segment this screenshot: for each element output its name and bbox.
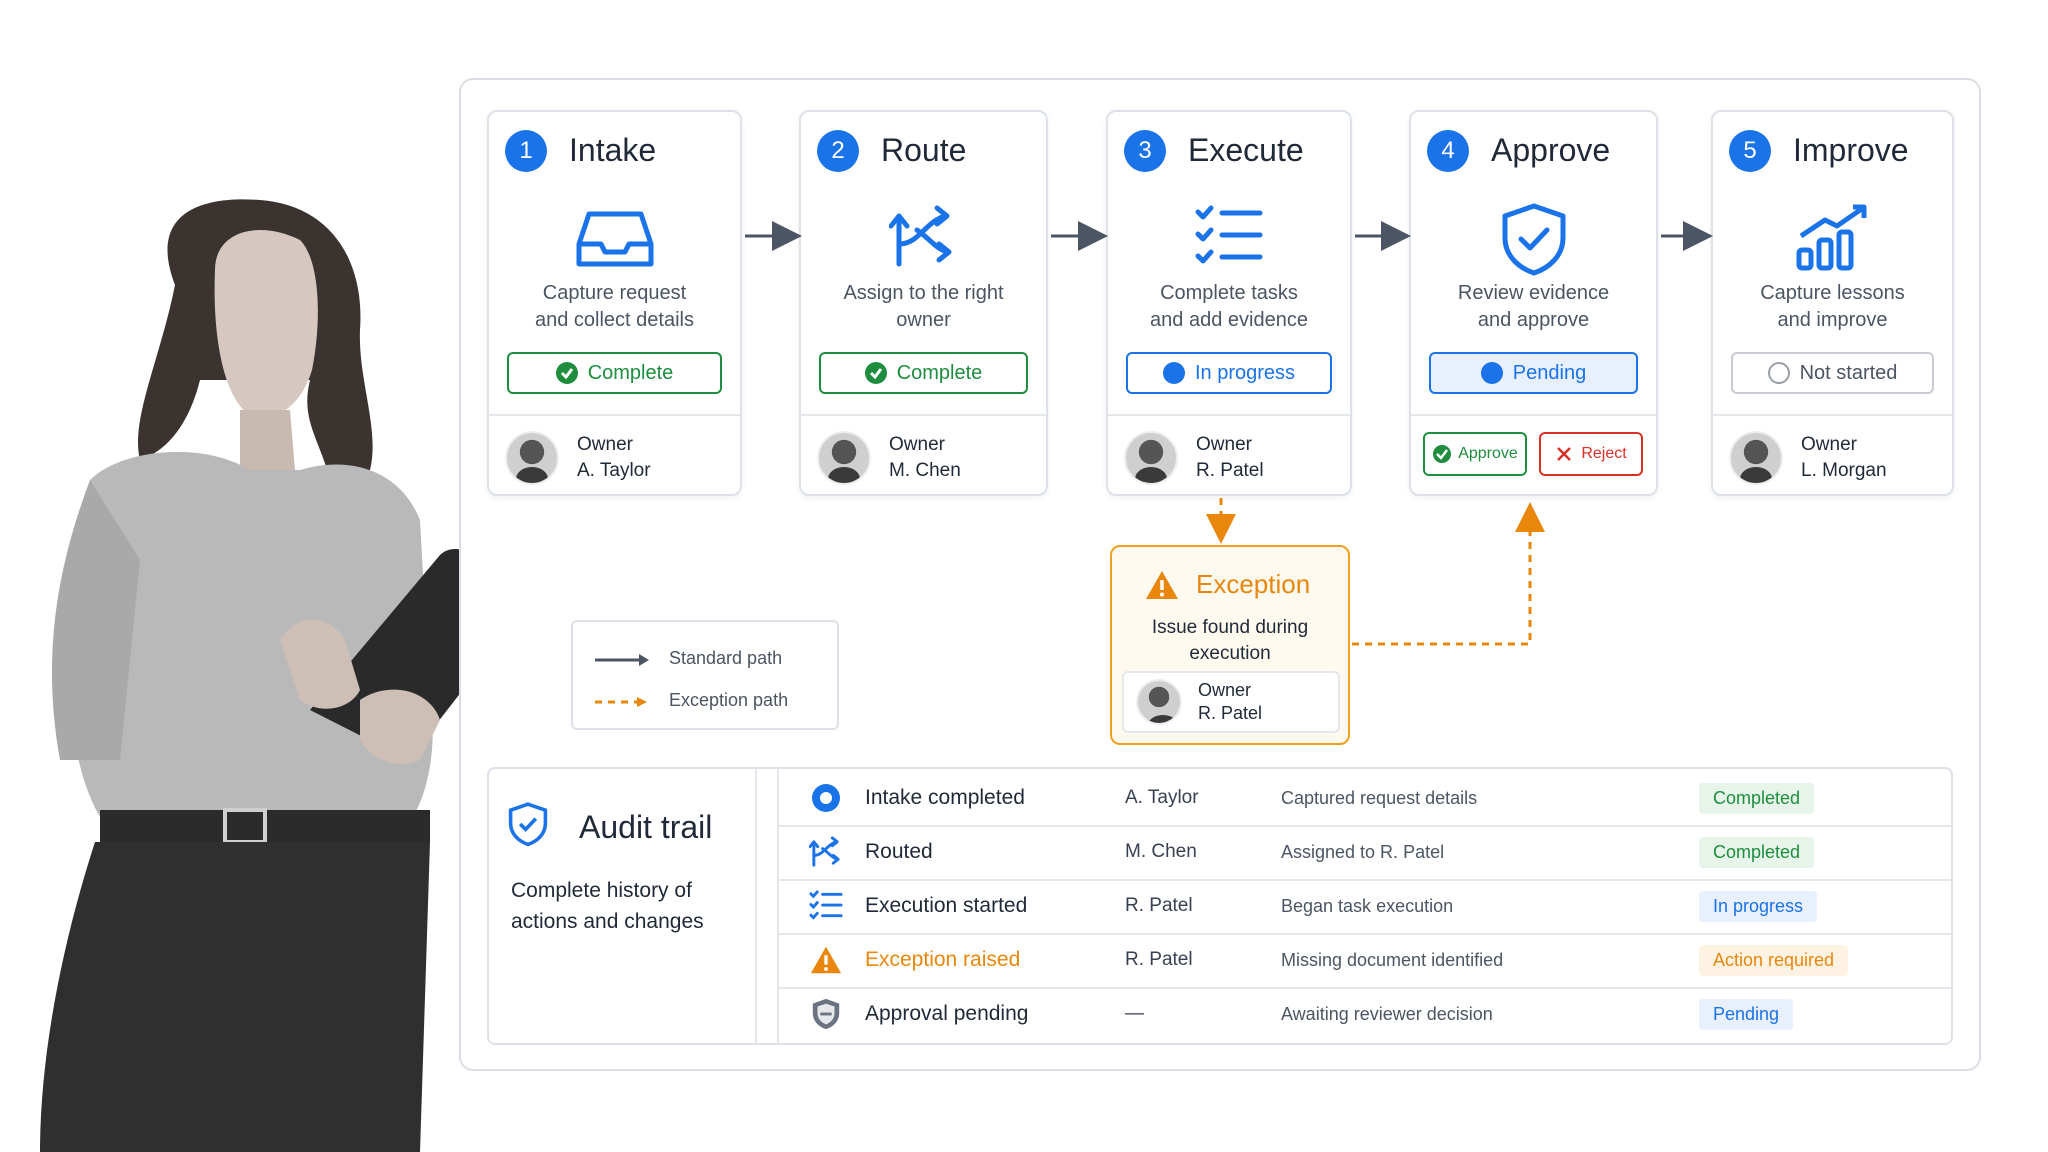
event-label: Approval pending <box>865 1002 1029 1025</box>
audit-desc-line1: Complete history of <box>511 879 692 902</box>
status-badge: Completed <box>1699 836 1815 868</box>
record-dot-icon <box>812 784 840 812</box>
owner-block: Owner R. Patel <box>1122 671 1340 733</box>
event-label: Exception raised <box>865 948 1021 971</box>
exception-path-swatch <box>595 697 647 707</box>
owner-label: Owner <box>1198 680 1252 700</box>
table-row: Routed M. Chen Assigned to R. Patel Comp… <box>779 825 1951 881</box>
status-badge: Pending <box>1699 998 1794 1030</box>
audit-title: Audit trail <box>579 809 713 845</box>
event-detail: Captured request details <box>1281 787 1478 808</box>
exception-desc-line2: execution <box>1189 643 1271 664</box>
exception-desc-line1: Issue found during <box>1151 617 1309 638</box>
event-label: Intake completed <box>865 786 1025 809</box>
event-label: Execution started <box>865 894 1028 917</box>
event-detail: Assigned to R. Patel <box>1281 841 1445 862</box>
avatar <box>1136 679 1182 725</box>
table-row: Execution started R. Patel Began task ex… <box>779 879 1951 935</box>
standard-path-swatch <box>595 654 649 666</box>
audit-desc-line2: actions and changes <box>511 910 704 933</box>
exception-title: Exception <box>1196 569 1311 599</box>
event-user: — <box>1125 1003 1144 1024</box>
event-detail: Began task execution <box>1281 895 1454 916</box>
legend-standard-label: Standard path <box>669 648 783 668</box>
status-badge: Action required <box>1699 944 1849 976</box>
status-badge: Completed <box>1699 782 1815 814</box>
status-badge: In progress <box>1699 890 1818 922</box>
warning-icon <box>1146 571 1178 599</box>
event-user: A. Taylor <box>1125 787 1199 808</box>
event-detail: Missing document identified <box>1281 949 1504 970</box>
exception-card: Exception Issue found during execution O… <box>1110 545 1350 745</box>
event-detail: Awaiting reviewer decision <box>1281 1003 1493 1024</box>
route-arrows-icon <box>809 836 840 867</box>
checklist-icon <box>809 890 843 920</box>
shield-minus-icon <box>812 998 840 1030</box>
legend-exception-label: Exception path <box>669 690 789 710</box>
event-label: Routed <box>865 840 933 863</box>
exception-path-back <box>1352 502 1545 646</box>
event-user: R. Patel <box>1125 949 1193 970</box>
event-user: R. Patel <box>1125 895 1193 916</box>
table-row: Approval pending — Awaiting reviewer dec… <box>779 987 1951 1041</box>
legend: Standard path Exception path <box>571 620 839 730</box>
shield-check-icon <box>508 802 548 847</box>
warning-icon <box>810 946 842 974</box>
event-user: M. Chen <box>1125 841 1197 862</box>
table-row: Intake completed A. Taylor Captured requ… <box>779 771 1951 827</box>
audit-trail-panel: Audit trail Complete history of actions … <box>487 767 1953 1045</box>
table-row: Exception raised R. Patel Missing docume… <box>779 933 1951 989</box>
owner-name: R. Patel <box>1198 703 1263 723</box>
